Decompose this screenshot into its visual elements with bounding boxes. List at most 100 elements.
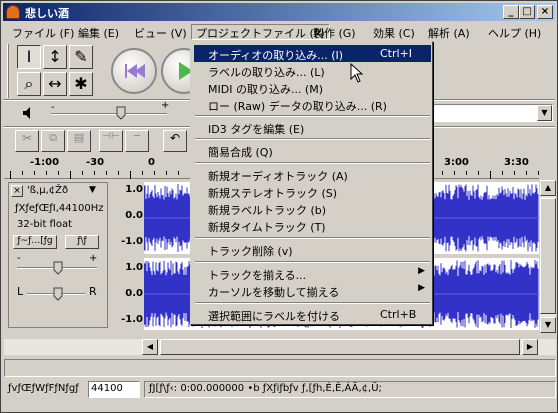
ruler-tick xyxy=(106,171,107,175)
menu-quick-mix[interactable]: 簡易合成 (Q) xyxy=(194,142,431,159)
scale-label: 0.0 xyxy=(125,210,143,221)
gain-plus-label: + xyxy=(89,253,98,264)
close-button[interactable]: × xyxy=(537,5,553,19)
track-menu-chevron-icon[interactable]: ▼ xyxy=(89,185,96,195)
menu-view[interactable]: ビュー (V) xyxy=(129,24,192,40)
menu-shortcut: Ctrl+I xyxy=(380,47,413,60)
horizontal-scrollbar[interactable]: ◀ ▶ xyxy=(4,339,556,355)
volume-slider-track[interactable] xyxy=(51,113,167,115)
skip-start-icon xyxy=(125,64,145,78)
menu-edit[interactable]: 編集 (E) xyxy=(73,24,124,40)
draw-tool-icon[interactable]: ✎ xyxy=(69,45,93,69)
ruler-label: -1:00 xyxy=(30,157,60,168)
menu-file[interactable]: ファイル (F) xyxy=(7,24,79,40)
multi-tool-icon[interactable]: ✱ xyxy=(69,72,93,96)
track-close-icon[interactable]: × xyxy=(11,185,23,197)
horizontal-scroll-thumb[interactable] xyxy=(160,339,520,355)
gain-slider-thumb[interactable] xyxy=(53,261,63,275)
track-name[interactable]: 'ß,µ,¢Žð xyxy=(27,185,68,196)
status-bar: ƒvƒŒƒWƒFƒNƒgƒ 44100 ƒJ[ƒ\ƒ‹: 0:00.000000… xyxy=(4,379,556,401)
title-bar[interactable]: 悲しい酒 _ □ × xyxy=(3,3,555,21)
ruler-tick xyxy=(22,171,23,175)
menu-new-time-track[interactable]: 新規タイムトラック (T) xyxy=(194,217,431,234)
maximize-button[interactable]: □ xyxy=(519,5,535,19)
vertical-scroll-thumb[interactable] xyxy=(540,198,556,314)
menu-import-midi[interactable]: MIDI の取り込み... (M) xyxy=(194,79,431,96)
ruler-tick xyxy=(46,171,47,175)
ruler-tick xyxy=(526,171,527,175)
menu-item-label: 選択範囲にラベルを付ける xyxy=(208,310,340,323)
pan-right-label: R xyxy=(89,285,97,298)
scroll-up-icon[interactable]: ▲ xyxy=(540,180,556,196)
skip-to-start-button[interactable] xyxy=(111,48,157,94)
menu-new-stereo-track[interactable]: 新規ステレオトラック (S) xyxy=(194,183,431,200)
ruler-tick xyxy=(478,171,479,175)
ruler-tick xyxy=(10,171,11,179)
ruler-label: 3:30 xyxy=(504,157,529,168)
copy-icon[interactable]: ⧉ xyxy=(41,130,65,152)
scale-label: 1.0 xyxy=(125,262,143,273)
pan-slider-thumb[interactable] xyxy=(53,287,63,301)
scale-label: 1.0 xyxy=(125,184,143,195)
mute-button[interactable]: ƒ~ƒ…[ƒg xyxy=(13,235,57,249)
pan-left-label: L xyxy=(17,285,24,298)
project-rate-select[interactable]: 44100 xyxy=(88,381,140,398)
ruler-tick xyxy=(466,171,467,175)
paste-icon[interactable]: ▤ xyxy=(67,130,91,152)
menu-import-labels[interactable]: ラベルの取り込み... (L) xyxy=(194,62,431,79)
menu-align-and-move-cursor[interactable]: カーソルを移動して揃える ▶ xyxy=(194,282,431,299)
project-rate-label: ƒvƒŒƒWƒFƒNƒgƒ xyxy=(8,383,79,394)
menu-import-raw[interactable]: ロー (Raw) データの取り込み... (R) xyxy=(194,96,431,113)
menu-remove-tracks[interactable]: トラック削除 (v) xyxy=(194,241,431,258)
menu-generate[interactable]: 製作 (G) xyxy=(308,24,361,40)
window-title: 悲しい酒 xyxy=(25,7,69,20)
project-rate-value: 44100 xyxy=(91,383,123,394)
ruler-tick xyxy=(94,171,95,175)
ruler-tick xyxy=(154,171,155,175)
menu-analyze[interactable]: 解析 (A) xyxy=(423,24,475,40)
menu-edit-id3[interactable]: ID3 タグを編集 (E) xyxy=(194,119,431,136)
trim-icon[interactable]: ⊣⊢ xyxy=(99,130,123,152)
chevron-down-icon[interactable]: ▼ xyxy=(537,105,552,121)
timeshift-tool-icon[interactable]: ↔ xyxy=(43,72,67,96)
device-select[interactable]: ▼ xyxy=(433,104,553,122)
speaker-icon xyxy=(23,107,30,119)
selection-tool-icon[interactable]: I xyxy=(17,45,41,69)
menu-help[interactable]: ヘルプ (H) xyxy=(483,24,546,40)
solo-button[interactable]: ƒ\ƒ xyxy=(65,235,99,249)
ruler-tick xyxy=(490,171,491,179)
selection-status: ƒJ[ƒ\ƒ‹: 0:00.000000 •b ƒXƒiƒbƒv ƒ‚[ƒh,É… xyxy=(144,381,556,398)
volume-minus-label: - xyxy=(51,102,55,113)
vertical-scrollbar[interactable]: ▲ ▼ xyxy=(540,180,556,333)
envelope-tool-icon[interactable]: ↕ xyxy=(43,45,67,69)
undo-icon[interactable]: ↶ xyxy=(163,130,187,152)
cut-icon[interactable]: ✂ xyxy=(15,130,39,152)
menu-add-label-at-selection[interactable]: 選択範囲にラベルを付ける Ctrl+B xyxy=(194,306,431,323)
ruler-tick xyxy=(82,171,83,175)
menu-align-tracks[interactable]: トラックを揃える... ▶ xyxy=(194,265,431,282)
main-window: 悲しい酒 _ □ × ファイル (F) 編集 (E) ビュー (V) プロジェク… xyxy=(0,0,558,413)
volume-slider-thumb[interactable] xyxy=(116,106,126,120)
scale-label: 0.0 xyxy=(125,288,143,299)
zoom-tool-icon[interactable]: ⌕ xyxy=(17,72,41,96)
volume-plus-label: + xyxy=(161,100,170,111)
ruler-tick xyxy=(514,171,515,175)
silence-icon[interactable]: ─ xyxy=(125,130,149,152)
ruler-label: 0 xyxy=(148,157,155,168)
scroll-down-icon[interactable]: ▼ xyxy=(540,317,556,333)
menu-item-label: ID3 タグを編集 (E) xyxy=(208,123,305,136)
menu-import-audio[interactable]: オーディオの取り込み... (I) Ctrl+I xyxy=(194,45,431,62)
ruler-tick xyxy=(502,171,503,175)
scroll-right-icon[interactable]: ▶ xyxy=(522,339,538,355)
menu-effect[interactable]: 効果 (C) xyxy=(368,24,420,40)
toolbar-grip[interactable] xyxy=(7,44,9,98)
menu-new-label-track[interactable]: 新規ラベルトラック (b) xyxy=(194,200,431,217)
scroll-left-icon[interactable]: ◀ xyxy=(142,339,158,355)
ruler-tick xyxy=(454,171,455,175)
mouse-pointer-icon xyxy=(350,63,364,83)
minimize-button[interactable]: _ xyxy=(503,5,519,19)
menu-item-label: オーディオの取り込み... (I) xyxy=(208,49,344,62)
menu-new-audio-track[interactable]: 新規オーディオトラック (A) xyxy=(194,166,431,183)
menu-item-label: ロー (Raw) データの取り込み... (R) xyxy=(208,100,387,113)
cursor-position-text: ƒJ[ƒ\ƒ‹: 0:00.000000 •b ƒXƒiƒbƒv ƒ‚[ƒh,É… xyxy=(149,383,382,394)
